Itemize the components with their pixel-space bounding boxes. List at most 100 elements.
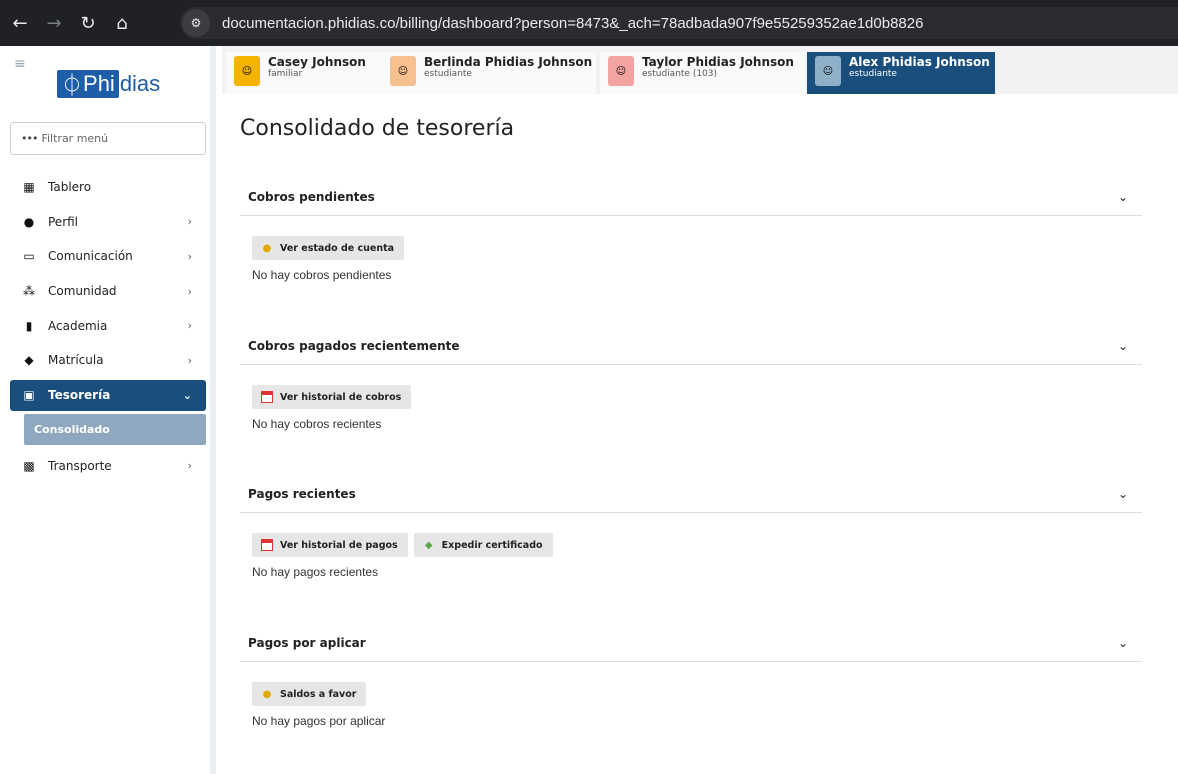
chevron-right-icon: › xyxy=(187,249,192,263)
inbox-icon: ▭ xyxy=(23,249,35,264)
logo-text: dias xyxy=(119,71,161,96)
ver-estado-de-cuenta-button[interactable]: ● Ver estado de cuenta xyxy=(252,236,405,260)
saldos-a-favor-button[interactable]: ● Saldos a favor xyxy=(252,682,367,706)
avatar: ☺ xyxy=(234,56,260,86)
filter-placeholder: Filtrar menú xyxy=(41,132,109,145)
sidebar-item-label: Tesorería xyxy=(48,388,111,403)
chevron-down-icon[interactable]: ⌄ xyxy=(1118,487,1128,501)
person-name: Alex Phidias Johnson xyxy=(849,55,990,69)
empty-message: No hay cobros recientes xyxy=(252,417,382,431)
person-tab-casey[interactable]: ☺ Casey Johnson familiar xyxy=(226,52,382,94)
section-cobros-pendientes: Cobros pendientes ⌄ ● Ver estado de cuen… xyxy=(240,178,1142,282)
url-text[interactable]: documentacion.phidias.co/billing/dashboa… xyxy=(222,15,923,32)
person-name: Berlinda Phidias Johnson xyxy=(424,55,593,69)
sidebar: ≡ ⏀ Phi dias ••• Filtrar menú ▦ Tablero ● … xyxy=(0,46,216,774)
page-title: Consolidado de tesorería xyxy=(240,116,515,141)
certificate-icon: ◆ xyxy=(424,539,433,551)
sidebar-item-tablero[interactable]: ▦ Tablero xyxy=(10,170,206,205)
home-icon[interactable]: ⌂ xyxy=(108,9,136,37)
chevron-right-icon: › xyxy=(187,284,192,298)
empty-message: No hay pagos por aplicar xyxy=(252,714,386,728)
sidebar-item-comunidad[interactable]: ⁂ Comunidad › xyxy=(10,274,206,309)
sidebar-item-transporte[interactable]: ▩ Transporte › xyxy=(10,449,206,484)
empty-message: No hay cobros pendientes xyxy=(252,268,392,282)
person-role: estudiante xyxy=(424,69,472,79)
filter-menu-input[interactable]: ••• Filtrar menú xyxy=(10,122,206,155)
button-label: Expedir certificado xyxy=(441,539,543,551)
person-role: estudiante (103) xyxy=(642,69,718,79)
button-label: Ver historial de cobros xyxy=(280,391,402,403)
sidebar-item-label: Tablero xyxy=(48,180,92,195)
coins-icon: ● xyxy=(262,688,272,700)
avatar: ☺ xyxy=(608,56,634,86)
section-pagos-recientes: Pagos recientes ⌄ Ver historial de pagos… xyxy=(240,475,1142,579)
button-label: Ver historial de pagos xyxy=(280,539,398,551)
chevron-down-icon[interactable]: ⌄ xyxy=(1118,339,1128,353)
logo-mark: ⏀ Phi xyxy=(57,70,119,98)
section-header[interactable]: Cobros pendientes ⌄ xyxy=(240,178,1142,216)
person-tab-taylor[interactable]: ☺ Taylor Phidias Johnson estudiante (103… xyxy=(600,52,806,94)
chevron-down-icon: ⌄ xyxy=(182,388,192,402)
sidebar-item-label: Transporte xyxy=(48,458,112,473)
section-cobros-pagados: Cobros pagados recientemente ⌄ Ver histo… xyxy=(240,327,1142,431)
forward-arrow-icon[interactable]: → xyxy=(40,9,68,37)
sidebar-item-label: Academia xyxy=(48,318,108,333)
sidebar-item-label: Comunicación xyxy=(48,249,133,264)
person-tab-alex[interactable]: ☺ Alex Phidias Johnson estudiante xyxy=(807,52,995,94)
chevron-right-icon: › xyxy=(187,319,192,333)
sidebar-item-tesoreria[interactable]: ▣ Tesorería ⌄ xyxy=(10,379,206,411)
sidebar-item-label: Matrícula xyxy=(48,353,104,368)
section-header[interactable]: Pagos por aplicar ⌄ xyxy=(240,624,1142,662)
sidebar-menu: ▦ Tablero ● Perfil › ▭ Comunicación › ⁂ … xyxy=(10,170,206,483)
user-icon: ● xyxy=(23,214,35,229)
chevron-down-icon[interactable]: ⌄ xyxy=(1118,636,1128,650)
section-title: Cobros pagados recientemente xyxy=(248,338,460,353)
sidebar-item-comunicacion[interactable]: ▭ Comunicación › xyxy=(10,239,206,274)
section-header[interactable]: Cobros pagados recientemente ⌄ xyxy=(240,327,1142,365)
empty-message: No hay pagos recientes xyxy=(252,565,379,579)
person-role: estudiante xyxy=(849,69,897,79)
chevron-right-icon: › xyxy=(187,459,192,473)
ver-historial-de-cobros-button[interactable]: Ver historial de cobros xyxy=(252,385,412,409)
person-name: Taylor Phidias Johnson xyxy=(642,55,794,69)
sidebar-item-academia[interactable]: ▮ Academia › xyxy=(10,308,206,343)
browser-toolbar: ← → ↻ ⌂ ⚙ documentacion.phidias.co/billi… xyxy=(0,0,1178,46)
chevron-down-icon[interactable]: ⌄ xyxy=(1118,190,1128,204)
expedir-certificado-button[interactable]: ◆ Expedir certificado xyxy=(413,533,553,557)
main-content: Consolidado de tesorería Cobros pendient… xyxy=(222,94,1178,774)
calendar-icon xyxy=(260,390,274,404)
button-label: Ver estado de cuenta xyxy=(280,242,395,254)
person-role: familiar xyxy=(268,69,303,79)
avatar: ☺ xyxy=(390,56,416,86)
coins-icon: ● xyxy=(262,242,272,254)
section-header[interactable]: Pagos recientes ⌄ xyxy=(240,475,1142,513)
collapse-menu-icon[interactable]: ≡ xyxy=(14,56,26,72)
sidebar-subitem-consolidado[interactable]: Consolidado xyxy=(24,413,206,445)
section-title: Cobros pendientes xyxy=(248,189,375,204)
avatar: ☺ xyxy=(815,56,841,86)
dashboard-icon: ▦ xyxy=(23,180,35,195)
site-settings-icon[interactable]: ⚙ xyxy=(182,9,210,37)
button-label: Saldos a favor xyxy=(280,688,357,700)
ver-historial-de-pagos-button[interactable]: Ver historial de pagos xyxy=(252,533,408,557)
logo[interactable]: ⏀ Phi dias xyxy=(57,70,160,98)
sidebar-item-matricula[interactable]: ◆ Matrícula › xyxy=(10,343,206,378)
person-tab-berlinda[interactable]: ☺ Berlinda Phidias Johnson estudiante xyxy=(382,52,596,94)
section-title: Pagos por aplicar xyxy=(248,635,366,650)
person-tabs: ☺ Casey Johnson familiar ☺ Berlinda Phid… xyxy=(222,46,1178,94)
ellipsis-icon: ••• xyxy=(21,132,38,145)
people-icon: ⁂ xyxy=(23,284,35,299)
calendar-icon xyxy=(260,538,274,552)
chevron-right-icon: › xyxy=(187,353,192,367)
section-pagos-por-aplicar: Pagos por aplicar ⌄ ● Saldos a favor No … xyxy=(240,624,1142,728)
section-title: Pagos recientes xyxy=(248,486,356,501)
address-bar[interactable]: ⚙ documentacion.phidias.co/billing/dashb… xyxy=(180,7,1178,39)
back-arrow-icon[interactable]: ← xyxy=(6,9,34,37)
sidebar-item-perfil[interactable]: ● Perfil › xyxy=(10,205,206,240)
chevron-right-icon: › xyxy=(187,215,192,229)
books-icon: ▮ xyxy=(25,318,33,333)
reload-icon[interactable]: ↻ xyxy=(74,9,102,37)
graduation-cap-icon: ◆ xyxy=(24,353,34,368)
money-icon: ▣ xyxy=(23,388,35,403)
sidebar-item-label: Comunidad xyxy=(48,284,117,299)
